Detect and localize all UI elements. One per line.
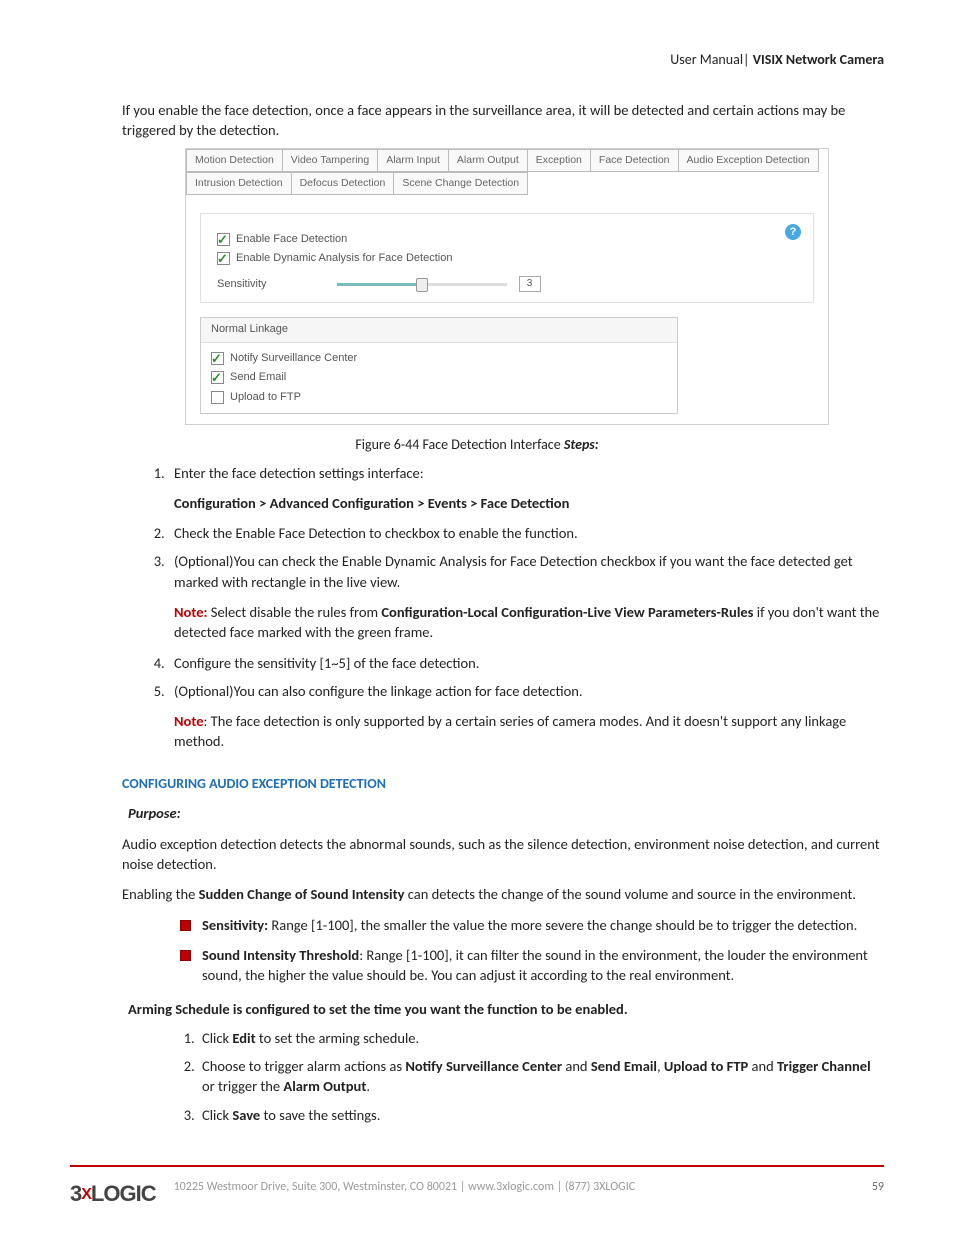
a3c: to save the settings.	[260, 1106, 380, 1124]
a2a: Choose to trigger alarm actions as	[202, 1057, 405, 1075]
tab-motion-detection[interactable]: Motion Detection	[186, 149, 283, 172]
caption-prefix: Figure 6-44	[355, 436, 422, 453]
sensitivity-label: Sensitivity	[217, 277, 267, 292]
a2i: or trigger the	[202, 1077, 283, 1095]
a1c: to set the arming schedule.	[256, 1029, 420, 1047]
step-5-note: Note: The face detection is only support…	[174, 711, 884, 752]
slider-thumb-icon[interactable]	[416, 278, 428, 292]
arming-schedule-heading: Arming Schedule is configured to set the…	[128, 999, 884, 1019]
b1-label: Sensitivity:	[202, 916, 268, 934]
tabs-row-2: Intrusion Detection Defocus Detection Sc…	[186, 172, 828, 195]
label-send-email: Send Email	[230, 370, 286, 385]
step-1-path: Configuration > Advanced Configuration >…	[174, 493, 884, 513]
figure-screenshot: Motion Detection Video Tampering Alarm I…	[185, 148, 829, 425]
p2c: can detects the change of the sound volu…	[404, 885, 855, 903]
note-label-5: Note	[174, 712, 204, 730]
arming-step-3: Click Save to save the settings.	[198, 1105, 884, 1125]
a2h: Trigger Channel	[777, 1057, 871, 1075]
checkbox-send-email[interactable]	[211, 371, 224, 384]
footer-address: 10225 Westmoor Drive, Suite 300, Westmin…	[174, 1179, 636, 1196]
linkage-header: Normal Linkage	[201, 318, 677, 342]
bullet-sensitivity: Sensitivity: Range [1-100], the smaller …	[180, 915, 884, 935]
note-3b: Configuration-Local Configuration-Live V…	[381, 603, 753, 621]
step-3-note: Note: Select disable the rules from Conf…	[174, 602, 884, 643]
tab-face-detection[interactable]: Face Detection	[590, 149, 679, 172]
tab-alarm-output[interactable]: Alarm Output	[448, 149, 528, 172]
tab-defocus-detection[interactable]: Defocus Detection	[291, 172, 395, 195]
label-enable-face-detection: Enable Face Detection	[236, 232, 347, 247]
tabs-row-1: Motion Detection Video Tampering Alarm I…	[186, 149, 828, 172]
step-4: Configure the sensitivity [1~5] of the f…	[168, 653, 884, 673]
p2b: Sudden Change of Sound Intensity	[199, 885, 405, 903]
checkbox-notify-surveillance[interactable]	[211, 352, 224, 365]
caption-steps: Steps:	[564, 436, 599, 453]
caption-main: Face Detection Interface	[422, 436, 563, 453]
p2a: Enabling the	[122, 885, 199, 903]
figure-caption: Figure 6-44 Face Detection Interface Ste…	[70, 435, 884, 455]
a1b: Edit	[232, 1029, 255, 1047]
label-enable-dynamic-analysis: Enable Dynamic Analysis for Face Detecti…	[236, 251, 452, 266]
a3b: Save	[232, 1106, 260, 1124]
page-number: 59	[872, 1179, 884, 1196]
tab-scene-change[interactable]: Scene Change Detection	[393, 172, 528, 195]
step-5-text: (Optional)You can also configure the lin…	[174, 682, 583, 700]
label-upload-ftp: Upload to FTP	[230, 390, 301, 405]
a2k: .	[366, 1077, 370, 1095]
sensitivity-value[interactable]: 3	[519, 276, 541, 292]
tab-alarm-input[interactable]: Alarm Input	[377, 149, 449, 172]
tab-intrusion-detection[interactable]: Intrusion Detection	[186, 172, 292, 195]
step-3-text: (Optional)You can check the Enable Dynam…	[174, 552, 853, 590]
steps-list: Enter the face detection settings interf…	[148, 463, 884, 752]
a2j: Alarm Output	[283, 1077, 366, 1095]
purpose-label: Purpose:	[128, 803, 884, 823]
step-5: (Optional)You can also configure the lin…	[168, 681, 884, 752]
arming-steps: Click Edit to set the arming schedule. C…	[178, 1028, 884, 1125]
settings-panel: ? Enable Face Detection Enable Dynamic A…	[200, 213, 814, 304]
b2-label: Sound Intensity Threshold	[202, 946, 359, 964]
linkage-panel: Normal Linkage Notify Surveillance Cente…	[200, 317, 678, 414]
checkbox-upload-ftp[interactable]	[211, 391, 224, 404]
section-title-audio: CONFIGURING AUDIO EXCEPTION DETECTION	[122, 774, 884, 794]
a2c: and	[562, 1057, 591, 1075]
note-label: Note:	[174, 603, 208, 621]
note-3a: Select disable the rules from	[208, 603, 382, 621]
step-3: (Optional)You can check the Enable Dynam…	[168, 551, 884, 642]
a2d: Send Email	[591, 1057, 657, 1075]
b1-text: Range [1-100], the smaller the value the…	[268, 916, 857, 934]
a3a: Click	[202, 1106, 232, 1124]
a2f: Upload to FTP	[664, 1057, 748, 1075]
a2g: and	[748, 1057, 777, 1075]
purpose-text: Audio exception detection detects the ab…	[122, 834, 884, 875]
sensitivity-slider[interactable]	[337, 283, 507, 286]
sudden-change-text: Enabling the Sudden Change of Sound Inte…	[122, 884, 884, 904]
checkbox-enable-face-detection[interactable]	[217, 233, 230, 246]
page-header: User Manual| VISIX Network Camera	[70, 50, 884, 70]
tab-audio-exception[interactable]: Audio Exception Detection	[678, 149, 819, 172]
intro-text: If you enable the face detection, once a…	[122, 100, 884, 141]
label-notify-surveillance: Notify Surveillance Center	[230, 351, 357, 366]
bullet-threshold: Sound Intensity Threshold: Range [1-100]…	[180, 945, 884, 986]
arming-step-2: Choose to trigger alarm actions as Notif…	[198, 1056, 884, 1097]
header-right: VISIX Network Camera	[753, 51, 884, 68]
arming-step-1: Click Edit to set the arming schedule.	[198, 1028, 884, 1048]
a2b: Notify Surveillance Center	[405, 1057, 562, 1075]
note-5-text: : The face detection is only supported b…	[174, 712, 846, 750]
step-1: Enter the face detection settings interf…	[168, 463, 884, 514]
step-1-text: Enter the face detection settings interf…	[174, 464, 424, 482]
a1a: Click	[202, 1029, 232, 1047]
checkbox-enable-dynamic-analysis[interactable]	[217, 252, 230, 265]
page-footer: 3XLOGIC 10225 Westmoor Drive, Suite 300,…	[70, 1165, 884, 1210]
help-icon[interactable]: ?	[785, 224, 801, 240]
a2e: ,	[657, 1057, 664, 1075]
logo-3xlogic: 3XLOGIC	[70, 1179, 156, 1210]
tab-exception[interactable]: Exception	[527, 149, 591, 172]
step-2: Check the Enable Face Detection to check…	[168, 523, 884, 543]
header-left: User Manual|	[670, 51, 749, 68]
bullet-list: Sensitivity: Range [1-100], the smaller …	[180, 915, 884, 986]
tab-video-tampering[interactable]: Video Tampering	[282, 149, 378, 172]
